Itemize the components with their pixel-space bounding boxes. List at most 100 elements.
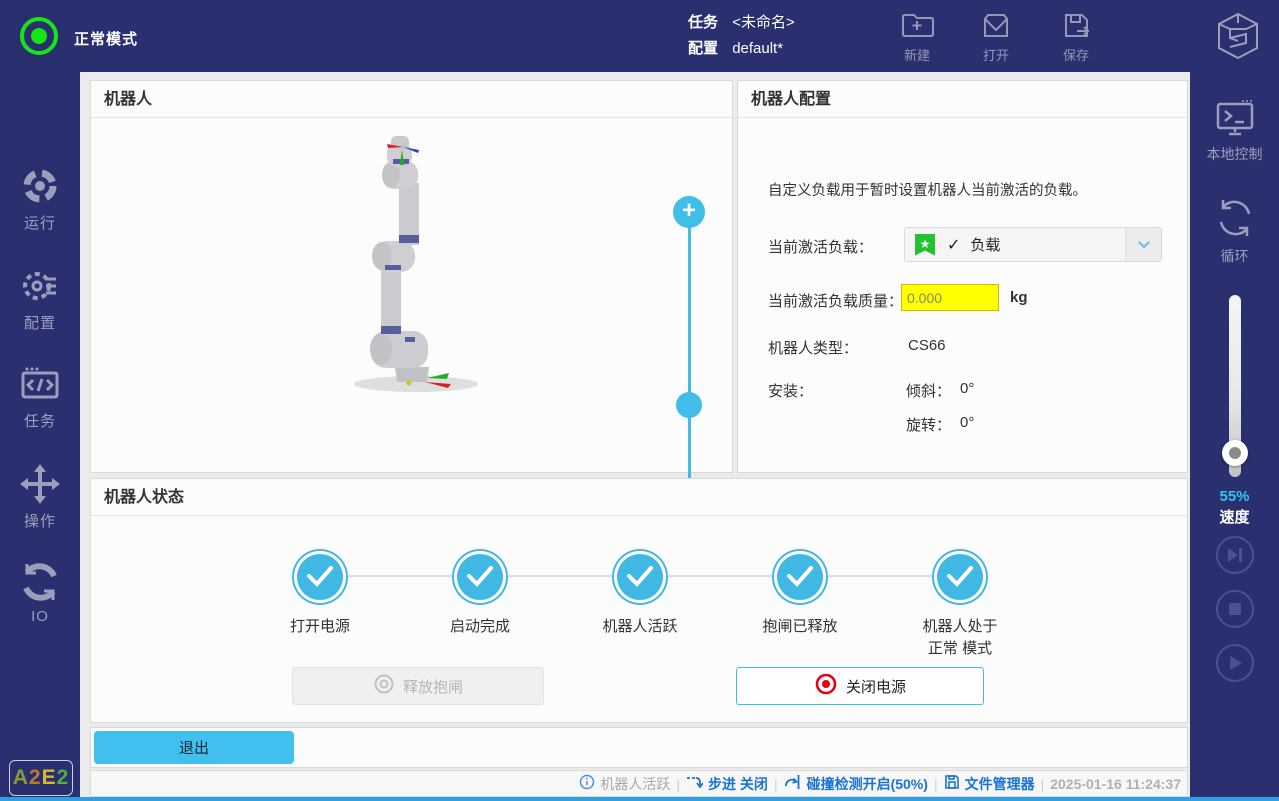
active-payload-select[interactable]: ★ ✓ 负载 <box>904 227 1162 262</box>
exit-button[interactable]: 退出 <box>94 731 294 764</box>
step-label: 机器人处于正常 模式 <box>880 616 1040 660</box>
robot-type-value: CS66 <box>908 337 946 354</box>
robot-config-panel: 机器人配置 自定义负载用于暂时设置机器人当前激活的负载。 当前激活负载： ★ ✓… <box>737 80 1188 473</box>
new-task-button[interactable]: 新建 <box>884 9 950 64</box>
save-task-button[interactable]: 保存 <box>1043 9 1109 64</box>
file-manager-icon <box>944 774 960 793</box>
right-control-sidebar: 本地控制 循环 55% 速度 <box>1190 72 1279 797</box>
local-control-label: 本地控制 <box>1190 144 1279 164</box>
statusbar-robot-state: 机器人活跃 <box>579 774 670 794</box>
payload-mass-input[interactable] <box>901 284 999 311</box>
mounting-label: 安装： <box>768 380 813 401</box>
step-forward-button[interactable] <box>1216 536 1254 574</box>
zoom-slider-thumb[interactable] <box>676 392 702 418</box>
sidebar-item-task[interactable]: 任务 <box>0 362 80 431</box>
sidebar-item-task-label: 任务 <box>0 410 80 431</box>
move-arrows-icon <box>0 462 80 506</box>
open-task-label: 打开 <box>963 45 1029 64</box>
top-bar: 正常模式 任务 <未命名> 配置 default* 新建 打开 <box>0 0 1279 72</box>
stop-button[interactable] <box>1216 590 1254 628</box>
power-off-icon <box>814 672 838 700</box>
sidebar-item-run[interactable]: 运行 <box>0 164 80 233</box>
footer-action-row: 退出 <box>90 727 1188 768</box>
separator: | <box>774 776 778 792</box>
release-brake-button[interactable]: 释放抱闸 <box>292 667 544 705</box>
tilt-value: 0° <box>960 380 974 397</box>
play-icon <box>1218 654 1252 672</box>
badge-letter: 2 <box>29 766 42 789</box>
rotation-value: 0° <box>960 414 974 431</box>
io-cycle-icon <box>0 560 80 604</box>
code-window-icon <box>0 362 80 406</box>
step-check-icon <box>777 554 823 600</box>
step-forward-icon <box>1218 546 1252 564</box>
loop-button[interactable]: 循环 <box>1190 194 1279 266</box>
open-file-icon <box>963 9 1029 43</box>
task-label: 任务 <box>688 14 718 31</box>
step-label: 启动完成 <box>400 616 560 638</box>
task-config-summary: 任务 <未命名> 配置 default* <box>688 10 795 62</box>
payload-description: 自定义负载用于暂时设置机器人当前激活的负载。 <box>768 179 1087 200</box>
config-value: default* <box>732 40 783 57</box>
bookmark-star-icon: ★ <box>915 234 935 256</box>
local-control-button[interactable]: 本地控制 <box>1190 98 1279 164</box>
status-step-startup-done: 启动完成 <box>400 551 560 638</box>
sidebar-item-io[interactable]: IO <box>0 560 80 625</box>
step-check-icon <box>457 554 503 600</box>
status-step-power-on: 打开电源 <box>240 551 400 638</box>
new-file-icon <box>884 9 950 43</box>
sidebar-item-run-label: 运行 <box>0 212 80 233</box>
step-mode-text: 步进 关闭 <box>708 774 768 794</box>
sidebar-item-operate[interactable]: 操作 <box>0 462 80 531</box>
step-label: 抱闸已释放 <box>720 616 880 638</box>
new-task-label: 新建 <box>884 45 950 64</box>
speed-slider[interactable] <box>1229 295 1241 477</box>
open-task-button[interactable]: 打开 <box>963 9 1029 64</box>
status-panel-title: 机器人状态 <box>91 479 1187 516</box>
zoom-slider-track[interactable] <box>688 226 691 491</box>
robot-panel-title: 机器人 <box>91 81 732 118</box>
power-off-button[interactable]: 关闭电源 <box>736 667 984 705</box>
statusbar-step-mode[interactable]: 步进 关闭 <box>686 774 768 794</box>
step-check-icon <box>937 554 983 600</box>
sidebar-item-config-label: 配置 <box>0 312 80 333</box>
payload-mass-label: 当前激活负载质量： <box>768 290 903 311</box>
badge-letter: E <box>42 766 57 789</box>
status-step-robot-active: 机器人活跃 <box>560 551 720 638</box>
sidebar-item-operate-label: 操作 <box>0 510 80 531</box>
robot-active-text: 机器人活跃 <box>600 774 670 794</box>
zoom-in-button[interactable]: + <box>673 196 705 228</box>
mode-label: 正常模式 <box>74 28 138 49</box>
save-icon <box>1043 9 1109 43</box>
active-payload-label: 当前激活负载： <box>768 236 873 257</box>
rotation-label: 旋转： <box>906 414 951 435</box>
step-label-line1: 机器人处于 <box>922 618 997 635</box>
config-label: 配置 <box>688 40 718 57</box>
tilt-label: 倾斜： <box>906 380 951 401</box>
step-check-icon <box>617 554 663 600</box>
sidebar-item-config[interactable]: 配置 <box>0 264 80 333</box>
status-step-normal-mode: 机器人处于正常 模式 <box>880 551 1040 660</box>
collision-text: 碰撞检测开启(50%) <box>807 774 928 794</box>
play-button[interactable] <box>1216 644 1254 682</box>
sidebar-item-io-label: IO <box>0 608 80 625</box>
collision-icon <box>784 774 802 793</box>
step-label: 打开电源 <box>240 616 400 638</box>
robot-status-panel: 机器人状态 打开电源 启动完成 机器人活跃 抱闸已释放 机器人处于正常 模式 <box>90 478 1188 723</box>
bottom-accent-strip <box>0 797 1279 801</box>
config-panel-title: 机器人配置 <box>738 81 1187 118</box>
save-task-label: 保存 <box>1043 45 1109 64</box>
brand-logo-icon <box>1212 10 1264 62</box>
separator: | <box>676 776 680 792</box>
statusbar-datetime: 2025-01-16 11:24:37 <box>1050 776 1181 792</box>
status-bar: 机器人活跃 | 步进 关闭 | 碰撞检测开启(50%) | 文件管理器 | 20… <box>90 770 1188 797</box>
separator: | <box>934 776 938 792</box>
file-manager-text: 文件管理器 <box>965 774 1035 794</box>
statusbar-file-manager[interactable]: 文件管理器 <box>944 774 1035 794</box>
payload-mass-unit: kg <box>1010 289 1028 306</box>
statusbar-collision-detection[interactable]: 碰撞检测开启(50%) <box>784 774 928 794</box>
power-off-label: 关闭电源 <box>846 676 906 697</box>
speed-slider-thumb[interactable] <box>1222 440 1248 466</box>
step-label: 机器人活跃 <box>560 616 720 638</box>
robot-3d-view[interactable] <box>331 131 501 416</box>
